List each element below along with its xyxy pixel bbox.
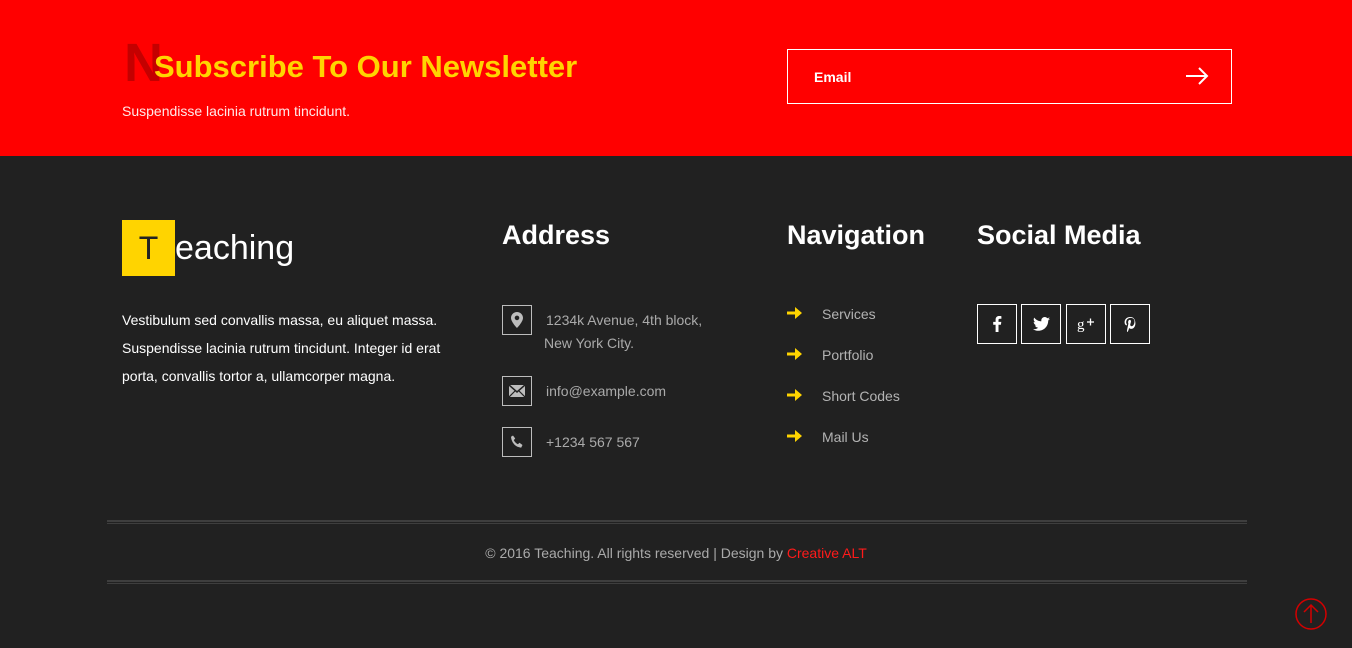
- copyright-text: © 2016 Teaching. All rights reserved | D…: [485, 545, 787, 561]
- subscribe-submit-button[interactable]: [1167, 50, 1231, 103]
- footer-divider-bottom: [107, 580, 1247, 584]
- about-description: Vestibulum sed convallis massa, eu aliqu…: [122, 312, 441, 384]
- copyright: © 2016 Teaching. All rights reserved | D…: [0, 544, 1352, 562]
- arrow-up-circle-icon: [1295, 598, 1327, 630]
- address-title: Address: [502, 220, 611, 250]
- logo-text: eaching: [175, 229, 295, 267]
- newsletter-subtitle: Suspendisse lacinia rutrum tincidunt.: [122, 103, 351, 119]
- arrow-right-icon: [787, 307, 802, 319]
- google-plus-icon: g: [1077, 317, 1094, 332]
- back-to-top-button[interactable]: [1295, 598, 1327, 630]
- envelope-icon: [502, 376, 532, 406]
- designer-link[interactable]: Creative ALT: [787, 545, 867, 561]
- logo-letter-box: T: [122, 220, 175, 276]
- twitter-icon: [1032, 317, 1050, 331]
- phone-icon: [502, 427, 532, 457]
- newsletter-form: [787, 49, 1232, 104]
- svg-text:g: g: [1077, 317, 1085, 332]
- address-line-2: New York City.: [544, 335, 634, 351]
- arrow-right-icon: [787, 348, 802, 360]
- arrow-right-icon: [1186, 67, 1209, 85]
- nav-link-mail-us[interactable]: Mail Us: [822, 427, 869, 447]
- email-link[interactable]: info@example.com: [546, 380, 666, 403]
- email-input[interactable]: [788, 50, 1168, 103]
- facebook-button[interactable]: [977, 304, 1017, 344]
- facebook-icon: [993, 316, 1002, 332]
- twitter-button[interactable]: [1021, 304, 1061, 344]
- map-marker-icon: [502, 305, 532, 335]
- nav-link-services[interactable]: Services: [822, 304, 876, 324]
- navigation-title: Navigation: [787, 220, 926, 250]
- pinterest-icon: [1124, 316, 1136, 332]
- nav-link-short-codes[interactable]: Short Codes: [822, 386, 900, 406]
- pinterest-button[interactable]: [1110, 304, 1150, 344]
- newsletter-title: Subscribe To Our Newsletter: [154, 49, 578, 84]
- nav-link-portfolio[interactable]: Portfolio: [822, 345, 873, 365]
- google-plus-button[interactable]: g: [1066, 304, 1106, 344]
- phone-number: +1234 567 567: [546, 434, 640, 450]
- newsletter-section: N Subscribe To Our Newsletter Suspendiss…: [0, 0, 1352, 156]
- arrow-right-icon: [787, 389, 802, 401]
- arrow-right-icon: [787, 430, 802, 442]
- footer-divider-top: [107, 520, 1247, 524]
- address-line-1: 1234k Avenue, 4th block,: [546, 312, 703, 328]
- social-media-title: Social Media: [977, 220, 1141, 250]
